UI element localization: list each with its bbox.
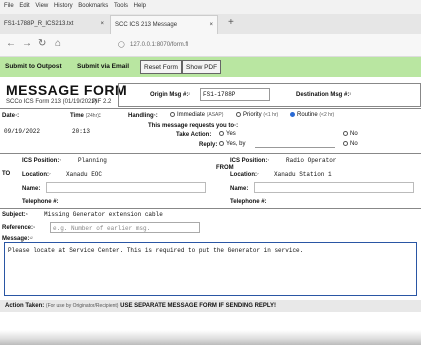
from-location-label: Location:⁷ (230, 172, 259, 178)
time-field[interactable]: 20:13 (70, 126, 116, 139)
shield-icon: ◯ (118, 42, 125, 48)
origin-msg-field[interactable]: FS1-1788P (200, 88, 270, 101)
action-taken-warning: USE SEPARATE MESSAGE FORM IF SENDING REP… (120, 303, 277, 309)
close-icon[interactable]: × (209, 16, 213, 34)
destination-msg-label: Destination Msg #:³ (296, 92, 352, 98)
reply-label: Reply: (199, 142, 218, 148)
from-label: FROM (216, 165, 234, 171)
menu-bar: File Edit View History Bookmarks Tools H… (0, 0, 421, 14)
reference-field[interactable]: e.g. Number of earlier msg. (50, 222, 200, 233)
menu-edit[interactable]: Edit (19, 3, 29, 9)
show-pdf-button[interactable]: Show PDF (182, 60, 222, 74)
radio-selected-icon (290, 112, 295, 117)
reply-no[interactable]: No (343, 141, 358, 147)
home-icon[interactable]: ⌂ (55, 38, 61, 49)
forward-icon[interactable]: → (22, 38, 32, 49)
to-label: TO (2, 171, 11, 177)
radio-icon (219, 131, 224, 136)
to-ics-label: ICS Position:⁷ (22, 158, 62, 164)
action-taken-hint: (For use by Originator/Recipient) (45, 303, 119, 309)
action-taken-label: Action Taken: (5, 303, 45, 309)
submit-outpost-button[interactable]: Submit to Outpost (2, 60, 65, 74)
tab-text-file[interactable]: FS1-1788P_R_ICS213.txt × (0, 15, 108, 34)
reload-icon[interactable]: ↻ (38, 38, 46, 49)
date-field[interactable]: 09/19/2022 (2, 126, 62, 139)
menu-view[interactable]: View (35, 3, 48, 9)
radio-icon (343, 141, 348, 146)
subject-label: Subject:⁸ (2, 212, 28, 218)
requests-label: This message requests you to⁶: (148, 123, 239, 129)
origin-msg-label: Origin Msg #:² (150, 92, 191, 98)
reference-label: Reference:⁹ (2, 225, 36, 231)
close-icon[interactable]: × (100, 15, 104, 34)
to-ics-field[interactable]: Planning (76, 155, 206, 166)
from-location-field[interactable]: Xanadu Station 1 (272, 169, 414, 180)
radio-icon (219, 141, 224, 146)
from-phone-label: Telephone #: (230, 199, 267, 205)
menu-help[interactable]: Help (134, 3, 146, 9)
reply-by-field[interactable] (255, 147, 335, 148)
reset-form-button[interactable]: Reset Form (140, 60, 182, 74)
handling-priority[interactable]: Priority (<1 hr) (236, 112, 278, 118)
to-name-field[interactable] (46, 182, 206, 193)
menu-history[interactable]: History (54, 3, 73, 9)
tab-bar: FS1-1788P_R_ICS213.txt × SCC ICS 213 Mes… (0, 14, 421, 34)
to-name-label: Name: (22, 186, 41, 192)
take-action-label: Take Action: (176, 132, 212, 138)
reply-yes-by[interactable]: Yes, by (219, 141, 245, 147)
new-tab-icon[interactable]: + (228, 17, 234, 28)
form-toolbar: Submit to Outpost Submit via Email Reset… (0, 57, 421, 77)
radio-icon (343, 131, 348, 136)
subject-field[interactable]: Missing Generator extension cable (42, 209, 412, 220)
action-taken-bar: Action Taken: (For use by Originator/Rec… (0, 300, 421, 312)
form-subtitle: SCCo ICS Form 213 (01/19/2022) (6, 99, 97, 105)
divider (0, 108, 421, 109)
from-name-label: Name: (230, 186, 249, 192)
radio-icon (236, 112, 241, 117)
message-textarea[interactable]: Please locate at Service Center. This is… (4, 242, 417, 296)
from-name-field[interactable] (254, 182, 414, 193)
form-title: MESSAGE FORM (6, 82, 128, 98)
to-phone-label: Telephone #: (22, 199, 59, 205)
tab-label: SCC ICS 213 Message (115, 22, 178, 28)
tab-label: FS1-1788P_R_ICS213.txt (4, 21, 74, 27)
radio-icon (170, 112, 175, 117)
time-label: Time (24hr): (70, 113, 101, 119)
to-location-field[interactable]: Xanadu EOC (64, 169, 206, 180)
tab-message-form[interactable]: SCC ICS 213 Message × (110, 15, 218, 34)
take-action-yes[interactable]: Yes (219, 131, 236, 137)
take-action-no[interactable]: No (343, 131, 358, 137)
url-bar[interactable]: 127.0.0.1:8070/form.fl (130, 38, 330, 52)
menu-bookmarks[interactable]: Bookmarks (78, 3, 108, 9)
page-bottom-fade (0, 330, 421, 345)
back-icon[interactable]: ← (6, 38, 16, 49)
form-pif: PIF 2.2 (92, 99, 112, 105)
submit-email-button[interactable]: Submit via Email (74, 60, 132, 74)
menu-file[interactable]: File (4, 3, 14, 9)
to-location-label: Location:⁷ (22, 172, 51, 178)
from-ics-label: ICS Position:⁷ (230, 158, 270, 164)
divider (0, 153, 421, 154)
handling-routine[interactable]: Routine (<2 hr) (290, 112, 334, 118)
nav-bar: ← → ↻ ⌂ ◯ 127.0.0.1:8070/form.fl (0, 34, 421, 57)
menu-tools[interactable]: Tools (114, 3, 128, 9)
from-ics-field[interactable]: Radio Operator (284, 155, 414, 166)
handling-immediate[interactable]: Immediate (ASAP) (170, 112, 223, 118)
handling-label: Handling⁵: (128, 113, 158, 119)
date-label: Date⁴: (2, 113, 20, 119)
